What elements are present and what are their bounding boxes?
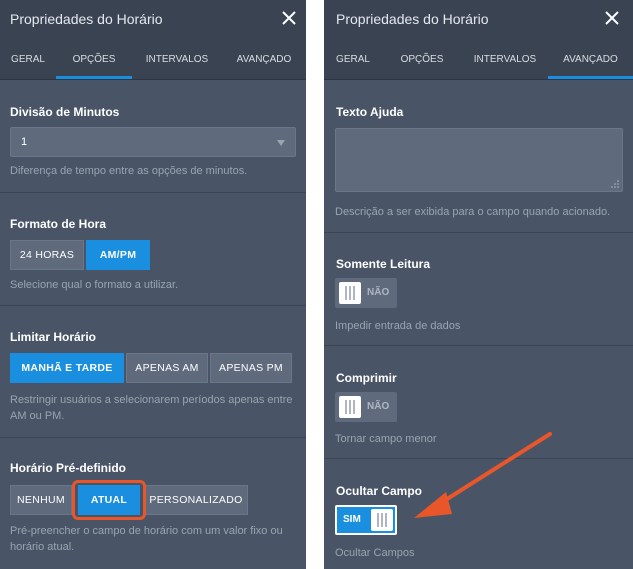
tab-intervalos[interactable]: INTERVALOS: [132, 40, 222, 79]
toggle-knob: [339, 282, 361, 304]
limit-time-label: Limitar Horário: [10, 330, 97, 344]
dropdown-caret-icon: [277, 140, 285, 146]
panel-title: Propriedades do Horário: [336, 11, 489, 27]
resize-grip-icon: [611, 180, 619, 188]
minutes-division-value: 1: [21, 136, 28, 148]
arrow-annotation: [414, 432, 552, 518]
read-only-state: NÃO: [367, 287, 390, 298]
minutes-division-description: Diferença de tempo entre as opções de mi…: [10, 165, 248, 177]
shrink-toggle[interactable]: NÃO: [335, 392, 397, 422]
tab-bar: GERAL OPÇÕES INTERVALOS AVANÇADO: [324, 40, 633, 80]
limit-time-morning-afternoon-button[interactable]: MANHÃ E TARDE: [10, 353, 124, 383]
hide-field-state: SIM: [343, 514, 361, 525]
help-text-textarea[interactable]: [335, 128, 623, 192]
toggle-knob: [339, 396, 361, 418]
read-only-description: Impedir entrada de dados: [335, 320, 461, 332]
minutes-division-label: Divisão de Minutos: [10, 105, 120, 119]
preset-time-label: Horário Pré-definido: [10, 461, 127, 475]
help-text-description: Descrição a ser exibida para o campo qua…: [335, 206, 611, 218]
hide-field-description: Ocultar Campos: [335, 547, 415, 559]
limit-time-am-only-button[interactable]: APENAS AM: [126, 353, 208, 383]
preset-time-none-button[interactable]: NENHUM: [10, 485, 72, 515]
limit-time-description: Restringir usuários a selecionarem perío…: [10, 394, 293, 422]
panel-title: Propriedades do Horário: [10, 11, 163, 27]
time-format-toggle-group: 24 HORAS AM/PM: [10, 240, 152, 270]
tab-geral[interactable]: GERAL: [0, 40, 56, 79]
read-only-toggle[interactable]: NÃO: [335, 278, 397, 308]
tab-opcoes[interactable]: OPÇÕES: [56, 40, 132, 79]
time-format-24h-button[interactable]: 24 HORAS: [10, 240, 84, 270]
close-icon[interactable]: [280, 9, 298, 27]
minutes-division-select[interactable]: 1: [10, 127, 296, 157]
highlight-box: [72, 480, 146, 520]
shrink-label: Comprimir: [336, 371, 397, 385]
properties-panel-options: Propriedades do Horário GERAL OPÇÕES INT…: [0, 0, 306, 569]
tab-avancado[interactable]: AVANÇADO: [222, 40, 306, 79]
panel-titlebar: Propriedades do Horário: [324, 0, 633, 40]
tab-intervalos[interactable]: INTERVALOS: [462, 40, 548, 79]
minutes-division-section: Divisão de Minutos 1 Diferença de tempo …: [0, 81, 306, 192]
tab-geral[interactable]: GERAL: [324, 40, 382, 79]
read-only-label: Somente Leitura: [336, 257, 431, 271]
time-format-ampm-button[interactable]: AM/PM: [86, 240, 150, 270]
preset-time-custom-button[interactable]: PERSONALIZADO: [144, 485, 248, 515]
hide-field-toggle[interactable]: SIM: [335, 505, 397, 535]
limit-time-pm-only-button[interactable]: APENAS PM: [210, 353, 292, 383]
limit-time-section: Limitar Horário MANHÃ E TARDE APENAS AM …: [0, 305, 306, 437]
help-text-label: Texto Ajuda: [336, 105, 404, 119]
tab-bar: GERAL OPÇÕES INTERVALOS AVANÇADO: [0, 40, 306, 80]
close-icon[interactable]: [603, 9, 621, 27]
time-format-description: Selecione qual o formato a utilizar.: [10, 279, 179, 291]
time-format-label: Formato de Hora: [10, 217, 107, 231]
preset-time-description: Pré-preencher o campo de horário com um …: [10, 525, 283, 553]
shrink-state: NÃO: [367, 401, 390, 412]
limit-time-toggle-group: MANHÃ E TARDE APENAS AM APENAS PM: [10, 353, 294, 383]
toggle-knob: [371, 509, 393, 531]
preset-time-section: Horário Pré-definido NENHUM ATUAL PERSON…: [0, 437, 306, 569]
time-format-section: Formato de Hora 24 HORAS AM/PM Selecione…: [0, 192, 306, 305]
tab-avancado[interactable]: AVANÇADO: [548, 40, 633, 79]
help-text-section: Texto Ajuda Descrição a ser exibida para…: [324, 81, 633, 232]
tab-opcoes[interactable]: OPÇÕES: [382, 40, 462, 79]
panel-titlebar: Propriedades do Horário: [0, 0, 306, 40]
read-only-section: Somente Leitura NÃO Impedir entrada de d…: [324, 232, 633, 345]
